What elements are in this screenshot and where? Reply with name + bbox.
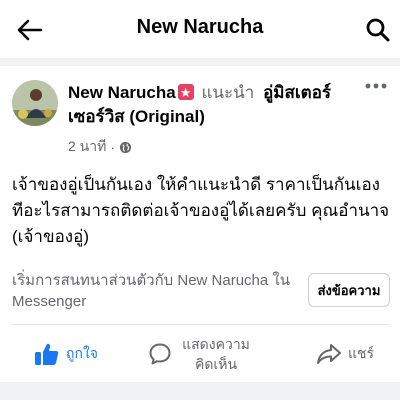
star-badge-icon	[177, 82, 194, 106]
more-dots-icon	[365, 83, 387, 89]
post-author-line: New Narucha แนะนำ อู่มิสเตอร์เซอร์วิส (O…	[68, 81, 368, 129]
share-button[interactable]: แชร์	[316, 328, 374, 380]
comment-bubble-icon	[149, 343, 171, 365]
post-meta: 2 นาที ·	[68, 136, 132, 158]
action-divider	[12, 324, 390, 325]
author-name[interactable]: New Narucha	[68, 83, 176, 102]
section-divider-bottom	[0, 382, 400, 400]
avatar[interactable]	[12, 80, 58, 126]
post-time[interactable]: 2 นาที	[68, 136, 106, 158]
share-arrow-icon	[317, 344, 341, 364]
more-options-button[interactable]	[362, 76, 390, 96]
send-message-button[interactable]: ส่งข้อความ	[308, 273, 390, 307]
post-text: เจ้าของอู่เป็นกันเอง ให้คำแนะนำดี ราคาเป…	[12, 175, 390, 246]
recommends-label: แนะนำ	[201, 83, 255, 102]
messenger-cta: เริ่มการสนทนาส่วนตัวกับ New Narucha ใน M…	[12, 270, 390, 316]
search-button[interactable]	[362, 14, 394, 46]
profile-photo	[12, 80, 58, 126]
section-divider	[0, 58, 400, 66]
search-icon	[366, 18, 390, 42]
like-label: ถูกใจ	[66, 345, 98, 361]
page-title: New Narucha	[136, 16, 264, 38]
globe-icon	[119, 141, 132, 153]
share-label: แชร์	[348, 345, 375, 361]
meta-separator: ·	[110, 139, 116, 155]
messenger-prompt: เริ่มการสนทนาส่วนตัวกับ New Narucha ใน M…	[12, 272, 290, 310]
top-bar: New Narucha	[0, 0, 400, 58]
like-button[interactable]: ถูกใจ	[34, 328, 98, 380]
comment-label: แสดงความคิดเห็น	[182, 336, 250, 372]
post-header: New Narucha แนะนำ อู่มิสเตอร์เซอร์วิส (O…	[0, 66, 400, 160]
thumbs-up-icon	[35, 343, 59, 365]
post-actions: ถูกใจ แสดงความคิดเห็น แชร์	[0, 328, 400, 380]
comment-button[interactable]: แสดงความคิดเห็น	[148, 328, 254, 380]
